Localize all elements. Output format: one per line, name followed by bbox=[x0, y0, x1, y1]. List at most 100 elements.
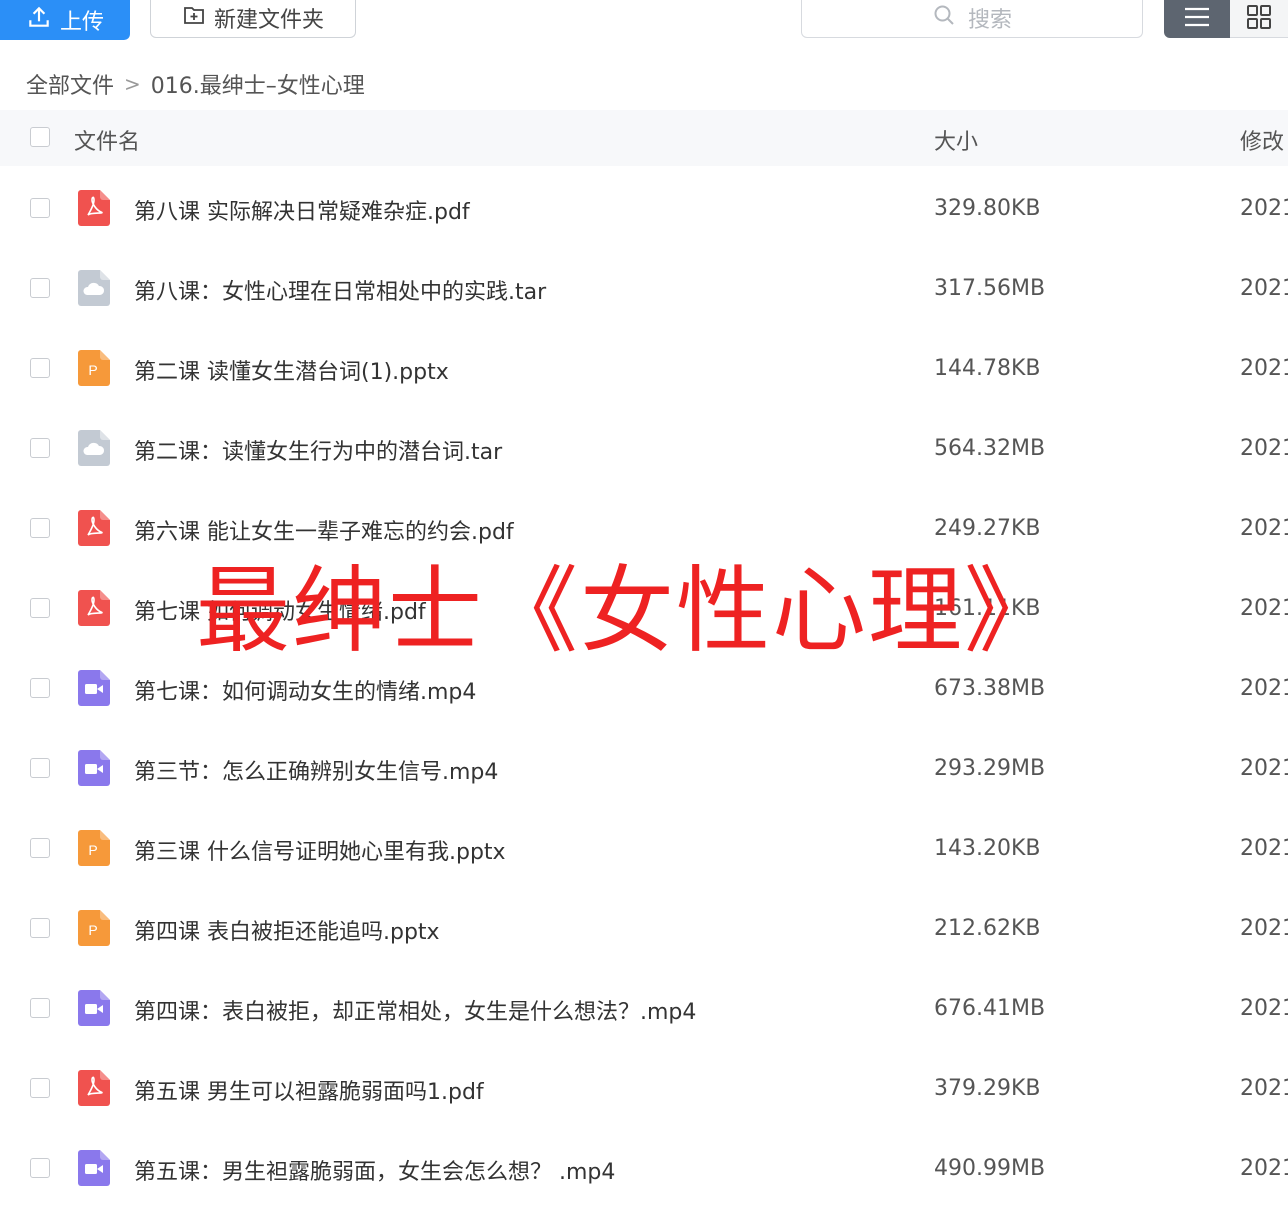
file-name[interactable]: 第二课 读懂女生潜台词(1).pptx bbox=[134, 354, 449, 386]
file-name[interactable]: 第八课 实际解决日常疑难杂症.pdf bbox=[134, 194, 470, 226]
file-modified-date: 2021 bbox=[1240, 276, 1288, 301]
file-size: 143.20KB bbox=[934, 836, 1041, 861]
file-modified-date: 2021 bbox=[1240, 436, 1288, 461]
file-row[interactable]: P 第三课 什么信号证明她心里有我.pptx 143.20KB 2021 bbox=[0, 808, 1288, 888]
grid-view-button[interactable] bbox=[1230, 0, 1288, 38]
file-row-checkbox[interactable] bbox=[30, 678, 50, 698]
upload-icon bbox=[26, 4, 52, 36]
file-modified-date: 2021 bbox=[1240, 1076, 1288, 1101]
file-size: 329.80KB bbox=[934, 196, 1041, 221]
file-row-checkbox[interactable] bbox=[30, 518, 50, 538]
breadcrumb-root[interactable]: 全部文件 bbox=[26, 68, 114, 100]
new-folder-icon bbox=[182, 3, 206, 33]
file-row-checkbox[interactable] bbox=[30, 358, 50, 378]
file-row-checkbox[interactable] bbox=[30, 598, 50, 618]
file-row-checkbox[interactable] bbox=[30, 838, 50, 858]
breadcrumb-current: 016.最绅士–女性心理 bbox=[150, 74, 365, 99]
file-name[interactable]: 第八课：女性心理在日常相处中的实践.tar bbox=[134, 274, 546, 306]
breadcrumb-separator: > bbox=[124, 72, 141, 96]
file-row-checkbox[interactable] bbox=[30, 918, 50, 938]
list-view-button[interactable] bbox=[1164, 0, 1230, 38]
file-name[interactable]: 第四课：表白被拒，却正常相处，女生是什么想法？.mp4 bbox=[134, 994, 696, 1026]
file-name[interactable]: 第六课 能让女生一辈子难忘的约会.pdf bbox=[134, 514, 514, 546]
file-size: 676.41MB bbox=[934, 996, 1046, 1021]
svg-text:P: P bbox=[88, 842, 97, 858]
search-input[interactable]: 搜索 bbox=[801, 0, 1143, 38]
video-file-icon bbox=[78, 990, 110, 1026]
file-size: 317.56MB bbox=[934, 276, 1046, 301]
file-list-header: 文件名 大小 修改 bbox=[0, 110, 1288, 166]
watermark-text: 最绅士《女性心理》 bbox=[196, 557, 1061, 666]
file-name[interactable]: 第五课：男生袒露脆弱面，女生会怎么想？ .mp4 bbox=[134, 1154, 615, 1186]
file-size: 144.78KB bbox=[934, 356, 1041, 381]
file-row[interactable]: 第八课：女性心理在日常相处中的实践.tar 317.56MB 2021 bbox=[0, 248, 1288, 328]
file-row-checkbox[interactable] bbox=[30, 198, 50, 218]
file-row-checkbox[interactable] bbox=[30, 998, 50, 1018]
video-file-icon bbox=[78, 1150, 110, 1186]
search-placeholder: 搜索 bbox=[967, 7, 1012, 33]
file-size: 490.99MB bbox=[934, 1156, 1046, 1181]
cloud-archive-file-icon bbox=[78, 430, 110, 466]
file-modified-date: 2021 bbox=[1240, 1156, 1288, 1181]
search-icon bbox=[932, 3, 956, 33]
file-row[interactable]: 第五课 男生可以袒露脆弱面吗1.pdf 379.29KB 2021 bbox=[0, 1048, 1288, 1128]
file-modified-date: 2021 bbox=[1240, 996, 1288, 1021]
new-folder-label: 新建文件夹 bbox=[213, 7, 324, 33]
file-modified-date: 2021 bbox=[1240, 596, 1288, 621]
file-row[interactable]: 第三节：怎么正确辨别女生信号.mp4 293.29MB 2021 bbox=[0, 728, 1288, 808]
file-row[interactable]: 第五课：男生袒露脆弱面，女生会怎么想？ .mp4 490.99MB 2021 bbox=[0, 1128, 1288, 1208]
grid-view-icon bbox=[1246, 4, 1272, 34]
pdf-file-icon bbox=[78, 590, 110, 626]
file-row-checkbox[interactable] bbox=[30, 1158, 50, 1178]
column-header-size[interactable]: 大小 bbox=[934, 124, 978, 156]
file-name[interactable]: 第二课：读懂女生行为中的潜台词.tar bbox=[134, 434, 502, 466]
file-size: 564.32MB bbox=[934, 436, 1046, 461]
file-modified-date: 2021 bbox=[1240, 196, 1288, 221]
pdf-file-icon bbox=[78, 1070, 110, 1106]
file-row-checkbox[interactable] bbox=[30, 1078, 50, 1098]
video-file-icon bbox=[78, 670, 110, 706]
breadcrumb: 全部文件 > 016.最绅士–女性心理 bbox=[26, 68, 365, 100]
file-name[interactable]: 第七课：如何调动女生的情绪.mp4 bbox=[134, 674, 476, 706]
file-size: 293.29MB bbox=[934, 756, 1046, 781]
svg-text:P: P bbox=[88, 922, 97, 938]
file-row-checkbox[interactable] bbox=[30, 438, 50, 458]
toolbar: 上传 新建文件夹 搜索 bbox=[0, 0, 1288, 48]
new-folder-button[interactable]: 新建文件夹 bbox=[150, 0, 356, 38]
select-all-checkbox[interactable] bbox=[30, 127, 50, 147]
file-size: 212.62KB bbox=[934, 916, 1041, 941]
file-row[interactable]: P 第四课 表白被拒还能追吗.pptx 212.62KB 2021 bbox=[0, 888, 1288, 968]
file-row[interactable]: 第八课 实际解决日常疑难杂症.pdf 329.80KB 2021 bbox=[0, 168, 1288, 248]
file-row[interactable]: 第二课：读懂女生行为中的潜台词.tar 564.32MB 2021 bbox=[0, 408, 1288, 488]
upload-label: 上传 bbox=[59, 10, 104, 35]
file-row-checkbox[interactable] bbox=[30, 278, 50, 298]
column-header-modified[interactable]: 修改 bbox=[1240, 124, 1284, 156]
file-modified-date: 2021 bbox=[1240, 836, 1288, 861]
pptx-file-icon: P bbox=[78, 910, 110, 946]
file-modified-date: 2021 bbox=[1240, 516, 1288, 541]
file-modified-date: 2021 bbox=[1240, 916, 1288, 941]
file-modified-date: 2021 bbox=[1240, 676, 1288, 701]
file-size: 379.29KB bbox=[934, 1076, 1041, 1101]
list-view-icon bbox=[1183, 6, 1211, 32]
file-size: 249.27KB bbox=[934, 516, 1041, 541]
file-modified-date: 2021 bbox=[1240, 356, 1288, 381]
pptx-file-icon: P bbox=[78, 830, 110, 866]
file-row[interactable]: P 第二课 读懂女生潜台词(1).pptx 144.78KB 2021 bbox=[0, 328, 1288, 408]
pdf-file-icon bbox=[78, 190, 110, 226]
file-name[interactable]: 第三节：怎么正确辨别女生信号.mp4 bbox=[134, 754, 498, 786]
file-row[interactable]: 第四课：表白被拒，却正常相处，女生是什么想法？.mp4 676.41MB 2021 bbox=[0, 968, 1288, 1048]
file-row-checkbox[interactable] bbox=[30, 758, 50, 778]
file-modified-date: 2021 bbox=[1240, 756, 1288, 781]
file-name[interactable]: 第五课 男生可以袒露脆弱面吗1.pdf bbox=[134, 1074, 484, 1106]
file-name[interactable]: 第三课 什么信号证明她心里有我.pptx bbox=[134, 834, 506, 866]
video-file-icon bbox=[78, 750, 110, 786]
pptx-file-icon: P bbox=[78, 350, 110, 386]
file-size: 673.38MB bbox=[934, 676, 1046, 701]
svg-text:P: P bbox=[88, 362, 97, 378]
cloud-archive-file-icon bbox=[78, 270, 110, 306]
pdf-file-icon bbox=[78, 510, 110, 546]
column-header-name[interactable]: 文件名 bbox=[74, 124, 140, 156]
upload-button[interactable]: 上传 bbox=[0, 0, 130, 40]
file-name[interactable]: 第四课 表白被拒还能追吗.pptx bbox=[134, 914, 440, 946]
